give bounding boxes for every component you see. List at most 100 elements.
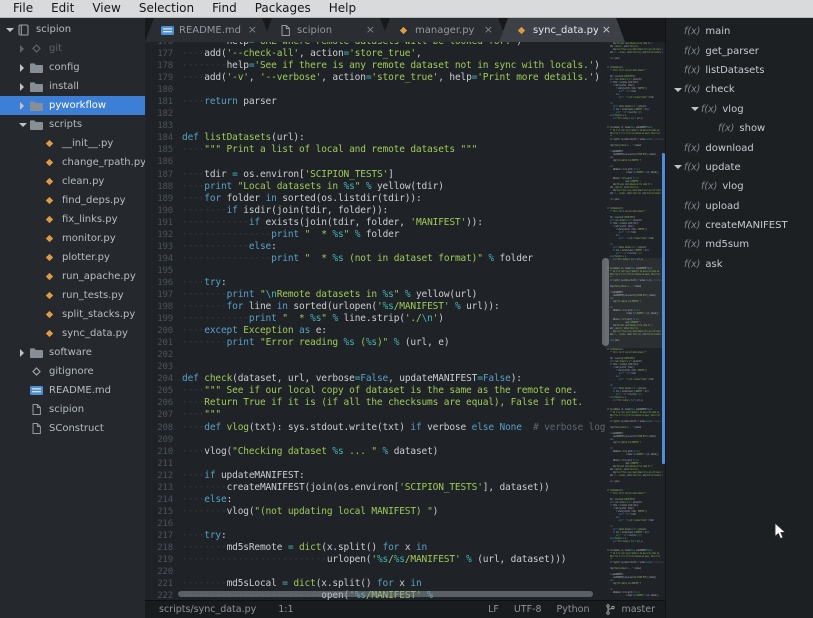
code-line[interactable]: 208····def vlog(txt): sys.stdout.write(t… — [145, 422, 605, 434]
code-line[interactable]: 221········md5sLocal = dict(x.split() fo… — [145, 578, 605, 590]
tab-readme-md[interactable]: README.md× — [145, 18, 271, 42]
code-line[interactable]: 182 — [145, 108, 605, 120]
sidebar-item-sconstruct[interactable]: SConstruct — [0, 419, 145, 438]
tab-close-icon[interactable]: × — [602, 25, 611, 35]
code-line[interactable]: 181····return parser — [145, 96, 605, 108]
tab-close-icon[interactable]: × — [248, 25, 257, 35]
symbol-listdatasets[interactable]: f(x)listDatasets — [666, 61, 813, 80]
code-line[interactable]: 190········if isdir(join(tdir, folder)): — [145, 205, 605, 217]
code-line[interactable]: 209 — [145, 434, 605, 446]
code-line[interactable]: 178········help='See if there is any rem… — [145, 60, 605, 72]
menu-item-file[interactable]: File — [4, 0, 42, 17]
syntax-indicator[interactable]: Python — [557, 604, 590, 615]
code-line[interactable]: 197········print "\nRemote datasets in %… — [145, 289, 605, 301]
code-line[interactable]: 199············print " * %s" % line.stri… — [145, 313, 605, 325]
symbol-ask[interactable]: f(x)ask — [666, 255, 813, 274]
sidebar-item-run-apache-py[interactable]: run_apache.py — [0, 267, 145, 286]
code-area[interactable]: 176········help='URL where remote datase… — [145, 42, 605, 600]
code-line[interactable]: 179····add('-v', '--verbose', action='st… — [145, 72, 605, 84]
code-line[interactable]: 211 — [145, 458, 605, 470]
symbol-get-parser[interactable]: f(x)get_parser — [666, 41, 813, 60]
code-line[interactable]: 218········md5sRemote = dict(x.split() f… — [145, 542, 605, 554]
sidebar-item-split-stacks-py[interactable]: split_stacks.py — [0, 305, 145, 324]
line-ending-indicator[interactable]: LF — [488, 604, 499, 615]
vertical-scrollbar[interactable] — [602, 258, 609, 346]
tab-close-icon[interactable]: × — [366, 25, 375, 35]
symbol-upload[interactable]: f(x)upload — [666, 197, 813, 216]
code-line[interactable]: 180 — [145, 84, 605, 96]
menu-item-view[interactable]: View — [83, 0, 129, 17]
sidebar-item-install[interactable]: install — [0, 77, 145, 96]
tab-scipion[interactable]: scipion× — [263, 18, 389, 42]
code-line[interactable]: 204def check(dataset, url, verbose=False… — [145, 373, 605, 385]
sidebar-item-readme-md[interactable]: README.md — [0, 381, 145, 400]
code-line[interactable]: 217····try: — [145, 530, 605, 542]
sidebar-item-scipion[interactable]: scipion — [0, 20, 145, 39]
code-line[interactable]: 213········createMANIFEST(join(os.enviro… — [145, 482, 605, 494]
code-line[interactable]: 195 — [145, 265, 605, 277]
code-line[interactable]: 192················print " * %s" % folde… — [145, 229, 605, 241]
minimap[interactable]: ········help='URL where remote datasets … — [605, 42, 665, 600]
code-line[interactable]: 210····vlog("Checking dataset %s ... " %… — [145, 446, 605, 458]
tab-sync-data-py[interactable]: sync_data.py× — [499, 18, 625, 42]
code-line[interactable]: 193············else: — [145, 241, 605, 253]
code-line[interactable]: 188····print "Local datasets in %s" % ye… — [145, 181, 605, 193]
tab-manager-py[interactable]: manager.py× — [381, 18, 507, 42]
sidebar-item-sync-data-py[interactable]: sync_data.py — [0, 324, 145, 343]
symbol-vlog[interactable]: f(x)vlog — [666, 177, 813, 196]
code-line[interactable]: 185····""" Print a list of local and rem… — [145, 144, 605, 156]
menu-item-help[interactable]: Help — [320, 0, 365, 17]
sidebar-item-run-tests-py[interactable]: run_tests.py — [0, 286, 145, 305]
code-line[interactable]: 198········for line in sorted(urlopen('%… — [145, 301, 605, 313]
code-line[interactable]: 186 — [145, 156, 605, 168]
symbol-md5sum[interactable]: f(x)md5sum — [666, 235, 813, 254]
symbol-check[interactable]: f(x)check — [666, 80, 813, 99]
code-line[interactable]: 196····try: — [145, 277, 605, 289]
code-line[interactable]: 207····""" — [145, 409, 605, 421]
symbol-download[interactable]: f(x)download — [666, 138, 813, 157]
tab-close-icon[interactable]: × — [484, 25, 493, 35]
git-branch-indicator[interactable]: master — [604, 604, 655, 615]
sidebar-item-gitignore[interactable]: gitignore — [0, 362, 145, 381]
sidebar-item-clean-py[interactable]: clean.py — [0, 172, 145, 191]
code-line[interactable]: 216 — [145, 518, 605, 530]
code-line[interactable]: 200····except Exception as e: — [145, 325, 605, 337]
code-line[interactable]: 202 — [145, 349, 605, 361]
code-line[interactable]: 189····for folder in sorted(os.listdir(t… — [145, 193, 605, 205]
code-line[interactable]: 206····Return True if it is (if all the … — [145, 397, 605, 409]
code-line[interactable]: 203 — [145, 361, 605, 373]
code-line[interactable]: 215········vlog("(not updating local MAN… — [145, 506, 605, 518]
code-line[interactable]: 194················print " * %s (not in … — [145, 253, 605, 265]
sidebar-item-init-py[interactable]: __init__.py — [0, 134, 145, 153]
encoding-indicator[interactable]: UTF-8 — [514, 604, 542, 615]
sidebar-item-change-rpath-py[interactable]: change_rpath.py — [0, 153, 145, 172]
minimap-viewport[interactable] — [605, 258, 665, 348]
code-line[interactable]: 201········print "Error reading %s (%s)"… — [145, 337, 605, 349]
symbol-main[interactable]: f(x)main — [666, 22, 813, 41]
symbol-update[interactable]: f(x)update — [666, 158, 813, 177]
code-line[interactable]: 212····if updateMANIFEST: — [145, 470, 605, 482]
symbol-createmanifest[interactable]: f(x)createMANIFEST — [666, 216, 813, 235]
sidebar-item-config[interactable]: config — [0, 58, 145, 77]
sidebar-item-plotter-py[interactable]: plotter.py — [0, 248, 145, 267]
code-line[interactable]: 219··························urlopen('%s… — [145, 554, 605, 566]
sidebar-item-scripts[interactable]: scripts — [0, 115, 145, 134]
code-line[interactable]: 183 — [145, 120, 605, 132]
code-line[interactable]: 191············if exists(join(tdir, fold… — [145, 217, 605, 229]
sidebar-item-pyworkflow[interactable]: pyworkflow — [0, 96, 145, 115]
sidebar-item-git[interactable]: git — [0, 39, 145, 58]
sidebar-item-software[interactable]: software — [0, 343, 145, 362]
symbol-show[interactable]: f(x)show — [666, 119, 813, 138]
code-line[interactable]: 187····tdir = os.environ['SCIPION_TESTS'… — [145, 169, 605, 181]
menu-item-find[interactable]: Find — [203, 0, 246, 17]
code-line[interactable]: 220 — [145, 566, 605, 578]
sidebar-item-scipion[interactable]: scipion — [0, 400, 145, 419]
menu-item-selection[interactable]: Selection — [130, 0, 203, 17]
menu-item-packages[interactable]: Packages — [246, 0, 320, 17]
code-line[interactable]: 205····""" See if our local copy of data… — [145, 385, 605, 397]
sidebar-item-find-deps-py[interactable]: find_deps.py — [0, 191, 145, 210]
code-line[interactable]: 177····add('--check-all', action='store_… — [145, 48, 605, 60]
horizontal-scrollbar[interactable] — [178, 591, 593, 597]
symbol-vlog[interactable]: f(x)vlog — [666, 100, 813, 119]
code-line[interactable]: 214····else: — [145, 494, 605, 506]
